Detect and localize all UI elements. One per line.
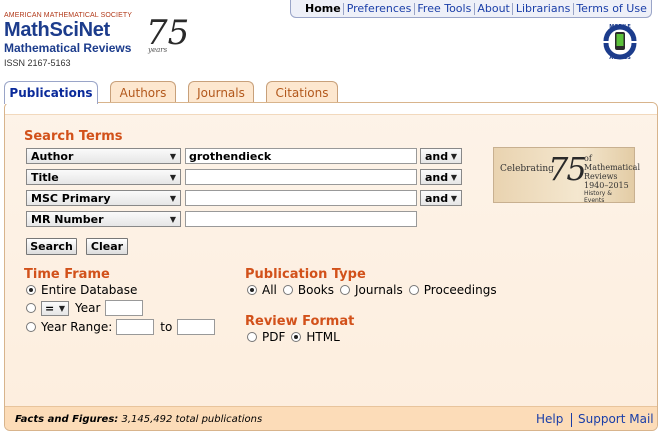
review-format-options: PDF HTML <box>247 330 340 344</box>
format-html-label: HTML <box>306 330 340 344</box>
mobile-access-icon[interactable]: MOBILE ACCESS <box>600 22 640 60</box>
pub-books-label: Books <box>297 283 335 297</box>
field-select-3[interactable]: MSC Primary ▼ <box>26 190 181 206</box>
radio-year-range[interactable] <box>26 322 36 332</box>
ams-label: AMERICAN MATHEMATICAL SOCIETY <box>4 12 133 19</box>
chevron-down-icon: ▼ <box>58 303 65 313</box>
radio-pub-books[interactable] <box>282 285 293 295</box>
panel-footer: Facts and Figures: 3,145,492 total publi… <box>5 406 657 430</box>
nav-divider <box>512 2 514 15</box>
operator-select-2[interactable]: and ▼ <box>420 169 462 185</box>
chevron-down-icon: ▼ <box>169 214 176 224</box>
year-input[interactable] <box>105 300 144 316</box>
pub-journals-label: Journals <box>355 283 403 297</box>
radio-format-html[interactable] <box>291 332 302 342</box>
year-range-to-input[interactable] <box>177 319 216 335</box>
tab-citations[interactable]: Citations <box>266 81 338 103</box>
nav-about[interactable]: About <box>477 2 510 15</box>
nav-home[interactable]: Home <box>305 2 341 15</box>
chevron-down-icon: ▼ <box>450 151 457 161</box>
support-mail-link[interactable]: Support Mail <box>578 412 654 426</box>
operator-select-3[interactable]: and ▼ <box>420 190 462 206</box>
svg-text:ACCESS: ACCESS <box>609 55 631 60</box>
banner-years: 1940–2015 <box>584 181 629 190</box>
help-link[interactable]: Help <box>536 412 563 426</box>
brand-title: MathSciNet <box>4 19 110 41</box>
search-tabs: Publications Authors Journals Citations <box>0 81 666 104</box>
brand-subtitle: Mathematical Reviews <box>4 41 132 55</box>
year-range-to-label: to <box>160 320 173 334</box>
issn-label: ISSN 2167-5163 <box>4 58 71 68</box>
field-select-1[interactable]: Author ▼ <box>26 148 181 164</box>
banner-celebrating: Celebrating <box>500 164 554 174</box>
mathscinet-logo[interactable]: AMERICAN MATHEMATICAL SOCIETY MathSciNet… <box>4 8 194 64</box>
top-navigation: Home Preferences Free Tools About Librar… <box>290 0 652 18</box>
field-select-4[interactable]: MR Number ▼ <box>26 211 181 227</box>
publication-type-heading: Publication Type <box>245 267 366 282</box>
svg-text:MOBILE: MOBILE <box>609 24 631 30</box>
svg-text:years: years <box>147 46 168 54</box>
year-label: Year <box>75 301 101 315</box>
time-frame-year-option[interactable]: = ▼ Year <box>26 300 144 316</box>
nav-preferences[interactable]: Preferences <box>347 2 412 15</box>
radio-year[interactable] <box>26 303 36 313</box>
field-select-2[interactable]: Title ▼ <box>26 169 181 185</box>
nav-free-tools[interactable]: Free Tools <box>417 2 471 15</box>
entire-database-label: Entire Database <box>41 283 138 297</box>
radio-pub-journals[interactable] <box>340 285 351 295</box>
banner-number: 75 <box>548 150 587 188</box>
pub-all-label: All <box>262 283 277 297</box>
search-input-3[interactable] <box>185 190 417 206</box>
nav-terms-of-use[interactable]: Terms of Use <box>576 2 647 15</box>
nav-divider <box>572 2 574 15</box>
year-range-label: Year Range: <box>41 320 113 334</box>
chevron-down-icon: ▼ <box>450 172 457 182</box>
time-frame-entire-option[interactable]: Entire Database <box>26 283 137 297</box>
year-operator-select[interactable]: = ▼ <box>41 300 69 316</box>
radio-pub-proceedings[interactable] <box>408 285 419 295</box>
time-frame-heading: Time Frame <box>24 267 110 282</box>
tab-authors[interactable]: Authors <box>110 81 176 103</box>
tab-publications[interactable]: Publications <box>4 81 98 104</box>
chevron-down-icon: ▼ <box>169 151 176 161</box>
chevron-down-icon: ▼ <box>450 193 457 203</box>
radio-format-pdf[interactable] <box>247 332 257 342</box>
anniversary-75-icon: 75 years <box>146 13 188 54</box>
operator-select-1[interactable]: and ▼ <box>420 148 462 164</box>
nav-divider <box>413 2 415 15</box>
total-publications: 3,145,492 total publications <box>121 414 263 425</box>
format-pdf-label: PDF <box>262 330 286 344</box>
search-input-4[interactable] <box>185 211 417 227</box>
radio-entire-database[interactable] <box>26 285 36 295</box>
search-input-1[interactable]: grothendieck <box>185 148 417 164</box>
radio-pub-all[interactable] <box>247 285 257 295</box>
anniversary-banner[interactable]: Celebrating 75 of Mathematical Reviews 19… <box>493 147 640 204</box>
clear-button[interactable]: Clear <box>86 238 128 255</box>
nav-divider <box>343 2 345 15</box>
time-frame-range-option[interactable]: Year Range: to <box>26 319 216 335</box>
search-terms-heading: Search Terms <box>24 129 123 144</box>
search-input-2[interactable] <box>185 169 417 185</box>
search-panel: Search Terms Author ▼ grothendieck and ▼ T… <box>4 102 658 431</box>
footer-divider <box>571 413 572 427</box>
search-button[interactable]: Search <box>26 238 77 255</box>
banner-history-link[interactable]: History & Events <box>584 190 634 204</box>
tab-journals[interactable]: Journals <box>188 81 254 103</box>
nav-librarians[interactable]: Librarians <box>516 2 570 15</box>
chevron-down-icon: ▼ <box>169 172 176 182</box>
banner-of-reviews: of Mathematical Reviews 1940–2015 <box>584 154 640 190</box>
chevron-down-icon: ▼ <box>169 193 176 203</box>
nav-divider <box>473 2 475 15</box>
publication-type-options: All Books Journals Proceedings <box>247 283 497 297</box>
pub-proceedings-label: Proceedings <box>423 283 497 297</box>
facts-and-figures: Facts and Figures: 3,145,492 total publi… <box>15 414 263 425</box>
review-format-heading: Review Format <box>245 314 355 329</box>
year-range-from-input[interactable] <box>116 319 155 335</box>
